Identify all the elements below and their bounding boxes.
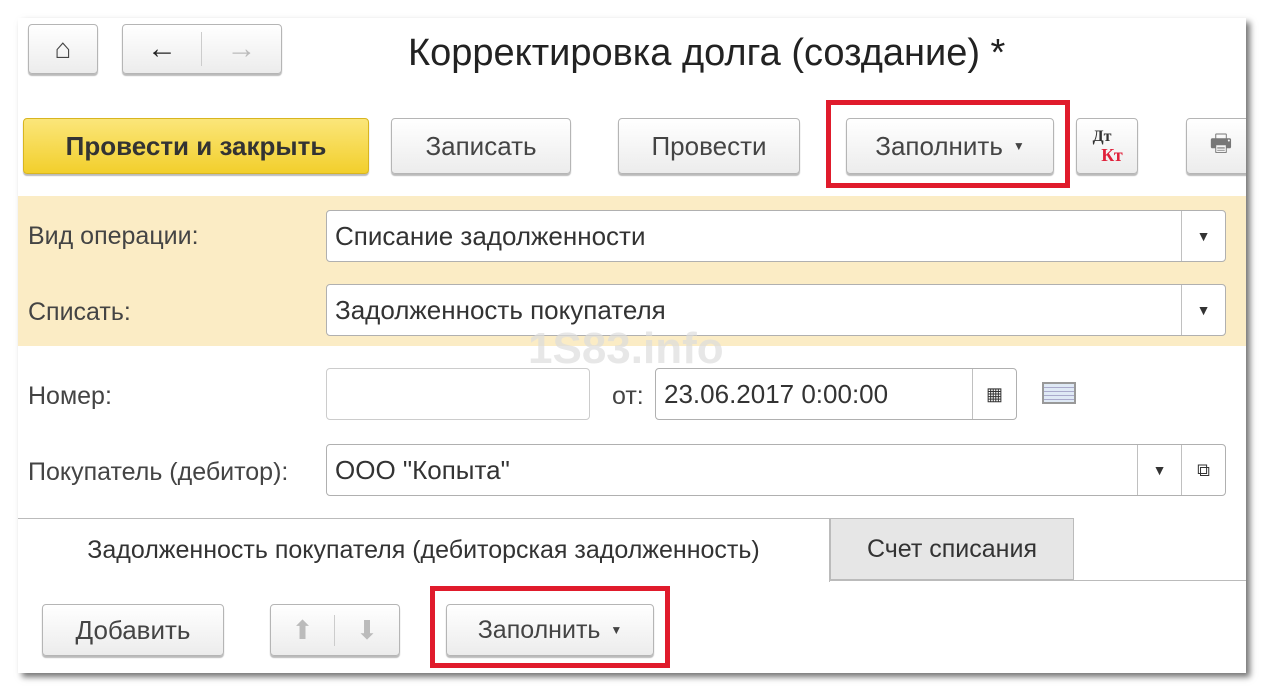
back-button[interactable]: ← bbox=[123, 32, 202, 66]
home-button[interactable]: ⌂ bbox=[28, 24, 98, 74]
arrow-left-icon: ← bbox=[147, 32, 177, 65]
date-input[interactable]: 23.06.2017 0:00:00 ▦ bbox=[655, 368, 1017, 420]
home-icon: ⌂ bbox=[54, 33, 72, 64]
calendar-button[interactable]: ▦ bbox=[972, 369, 1016, 419]
tab-buyer-debt[interactable]: Задолженность покупателя (дебиторская за… bbox=[18, 518, 830, 582]
date-label: от: bbox=[612, 382, 644, 410]
buyer-label: Покупатель (дебитор): bbox=[28, 458, 289, 486]
chevron-down-icon: ▼ bbox=[1012, 139, 1025, 153]
move-buttons: ⬆ ⬇ bbox=[270, 604, 400, 656]
date-value: 23.06.2017 0:00:00 bbox=[664, 378, 889, 409]
chevron-down-icon: ▼ bbox=[1196, 302, 1211, 318]
add-button[interactable]: Добавить bbox=[42, 604, 224, 656]
arrow-right-icon: → bbox=[226, 32, 257, 65]
print-button[interactable]: 🖶 bbox=[1186, 118, 1246, 174]
operation-label: Вид операции: bbox=[28, 222, 199, 250]
document-window: ⌂ ← → Корректировка долга (создание) * П… bbox=[18, 18, 1246, 673]
tab-writeoff-account[interactable]: Счет списания bbox=[830, 518, 1074, 580]
move-down-button[interactable]: ⬇ bbox=[335, 615, 399, 646]
page-title: Корректировка долга (создание) * bbox=[408, 32, 1006, 74]
watermark: 1S83.info bbox=[528, 324, 724, 373]
fill-label: Заполнить bbox=[477, 615, 601, 644]
chevron-down-icon: ▼ bbox=[610, 623, 623, 637]
nav-buttons: ← → bbox=[122, 24, 282, 74]
table-fill-button[interactable]: Заполнить ▼ bbox=[446, 604, 654, 656]
writeoff-select[interactable]: Задолженность покупателя ▼ bbox=[326, 284, 1226, 336]
arrow-down-icon: ⬇ bbox=[356, 614, 378, 645]
list-icon[interactable] bbox=[1042, 382, 1076, 404]
chevron-down-icon: ▼ bbox=[1196, 228, 1211, 244]
save-button[interactable]: Записать bbox=[391, 118, 571, 174]
number-input[interactable] bbox=[326, 368, 590, 420]
fill-label: Заполнить bbox=[875, 130, 1003, 161]
fill-button[interactable]: Заполнить ▼ bbox=[846, 118, 1054, 174]
dropdown-button[interactable]: ▼ bbox=[1181, 285, 1225, 335]
post-and-close-button[interactable]: Провести и закрыть bbox=[23, 118, 369, 174]
number-label: Номер: bbox=[28, 382, 112, 410]
open-button[interactable]: ⧉ bbox=[1181, 445, 1225, 495]
forward-button[interactable]: → bbox=[202, 32, 281, 66]
post-button[interactable]: Провести bbox=[618, 118, 800, 174]
buyer-select[interactable]: ООО "Копыта" ▼ ⧉ bbox=[326, 444, 1226, 496]
writeoff-value: Задолженность покупателя bbox=[335, 294, 666, 325]
dropdown-button[interactable]: ▼ bbox=[1181, 211, 1225, 261]
move-up-button[interactable]: ⬆ bbox=[271, 614, 335, 646]
dropdown-button[interactable]: ▼ bbox=[1137, 445, 1181, 495]
buyer-value: ООО "Копыта" bbox=[335, 454, 510, 485]
operation-select[interactable]: Списание задолженности ▼ bbox=[326, 210, 1226, 262]
arrow-up-icon: ⬆ bbox=[291, 614, 314, 645]
dt-label: Дт bbox=[1092, 128, 1112, 145]
chevron-down-icon: ▼ bbox=[1152, 462, 1167, 478]
dt-kt-button[interactable]: Дт Кт bbox=[1076, 118, 1138, 174]
open-icon: ⧉ bbox=[1197, 459, 1210, 480]
kt-label: Кт bbox=[1101, 145, 1123, 165]
operation-value: Списание задолженности bbox=[335, 220, 646, 251]
printer-icon: 🖶 bbox=[1209, 129, 1233, 157]
writeoff-label: Списать: bbox=[28, 298, 131, 326]
calendar-icon: ▦ bbox=[985, 383, 1003, 404]
